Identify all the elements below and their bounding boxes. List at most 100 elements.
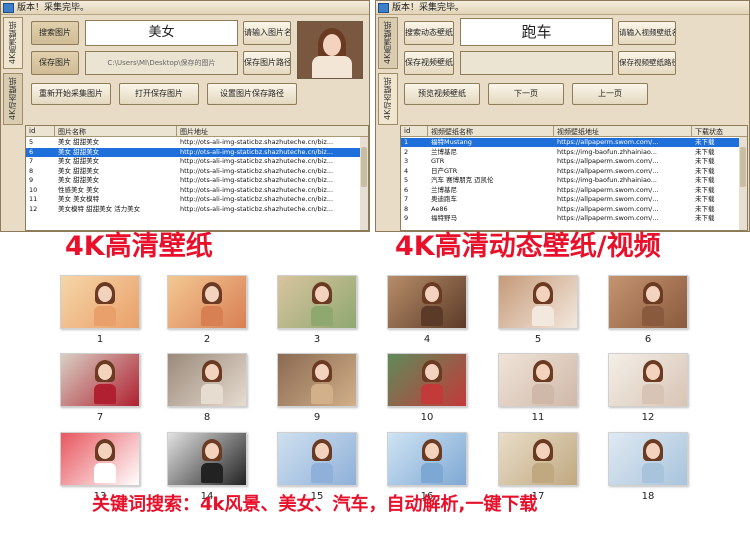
tab-dynamic-wallpaper[interactable]: 4K动态壁纸	[3, 73, 23, 125]
table-cell: http://ots-ali-img-staticbz.shazhuteche.…	[180, 176, 334, 184]
vertical-scrollbar[interactable]	[360, 137, 368, 230]
photo-face	[205, 443, 219, 459]
image-list-table[interactable]: id 图片名称 图片地址 5 美女 甜甜美女 http://ots-ali-img-…	[25, 125, 369, 231]
tab-dynamic-wallpaper[interactable]: 4K动态壁纸	[378, 73, 398, 125]
wallpaper-thumbnail[interactable]	[387, 432, 467, 486]
table-row[interactable]: 10 性感美女 美女 http://ots-ali-img-staticbz.sha…	[26, 186, 360, 195]
wallpaper-thumbnail[interactable]	[387, 275, 467, 329]
wallpaper-thumbnail[interactable]	[167, 275, 247, 329]
table-row[interactable]: 9 福特野马 https://allpaperm.swom.com/... 未下载	[401, 214, 739, 223]
tab-hd-wallpaper[interactable]: 4K高清壁纸	[378, 17, 398, 69]
table-row[interactable]: 1 福特Mustang https://allpaperm.swom.com/...…	[401, 138, 739, 147]
video-list-table[interactable]: id 视频壁纸名称 视频壁纸地址 下载状态 1 福特Mustang https://…	[400, 125, 748, 231]
table-row[interactable]: 6 美女 甜甜美女 http://ots-ali-img-staticbz.shaz…	[26, 147, 360, 157]
banner-hd-wallpaper: 4K高清壁纸	[65, 231, 213, 262]
wallpaper-thumbnail[interactable]	[608, 353, 688, 407]
photo-body	[642, 384, 664, 404]
wallpaper-thumbnail[interactable]	[60, 432, 140, 486]
table-header: id 图片名称 图片地址	[26, 126, 368, 137]
column-header[interactable]: 视频壁纸名称	[431, 127, 473, 137]
table-row[interactable]: 5 美女 甜甜美女 http://ots-ali-img-staticbz.shaz…	[26, 138, 360, 147]
table-cell: 美女 甜甜美女	[58, 157, 100, 165]
input-image-name-button[interactable]: 请输入图片名	[243, 21, 291, 45]
table-cell: Ae86	[431, 204, 448, 213]
window-titlebar: 版本！采集完毕。	[1, 1, 369, 15]
next-page-button[interactable]: 下一页	[488, 83, 564, 105]
keyword-input[interactable]: 跑车	[460, 18, 613, 46]
wallpaper-thumbnail[interactable]	[498, 353, 578, 407]
save-image-button[interactable]: 保存图片	[31, 51, 79, 75]
vertical-scrollbar[interactable]	[739, 137, 747, 230]
wallpaper-thumbnail[interactable]	[167, 432, 247, 486]
table-cell: 未下载	[695, 214, 715, 222]
image-wallpaper-window: 版本！采集完毕。 4K高清壁纸 4K动态壁纸 搜索图片 美女 请输入图片名 保存…	[0, 0, 370, 232]
column-header[interactable]: 下载状态	[695, 127, 723, 137]
column-header[interactable]: 视频壁纸地址	[557, 127, 599, 137]
table-row[interactable]: 3 GTR https://allpaperm.swom.com/... 未下载	[401, 157, 739, 166]
wallpaper-thumbnail[interactable]	[608, 275, 688, 329]
table-row[interactable]: 7 美女 甜甜美女 http://ots-ali-img-staticbz.shaz…	[26, 157, 360, 166]
search-video-button[interactable]: 搜索动态壁纸	[404, 21, 454, 45]
column-header[interactable]: 图片名称	[58, 127, 86, 137]
table-cell: https://allpaperm.swom.com/...	[557, 185, 659, 194]
table-cell: 奥迪跑车	[431, 195, 457, 203]
wallpaper-thumbnail[interactable]	[277, 275, 357, 329]
wallpaper-thumbnail[interactable]	[60, 275, 140, 329]
preview-video-button[interactable]: 预览视频壁纸	[404, 83, 480, 105]
table-cell: 2	[404, 147, 409, 156]
save-path-field[interactable]: C:\Users\Ml\Desktop\保存的图片	[85, 51, 238, 75]
open-folder-button[interactable]: 打开保存图片	[119, 83, 199, 105]
column-header[interactable]: id	[29, 127, 35, 135]
wallpaper-thumbnail[interactable]	[277, 353, 357, 407]
banner-dynamic-wallpaper: 4K高清动态壁纸/视频	[395, 231, 661, 262]
app-icon	[3, 3, 14, 13]
wallpaper-thumbnail[interactable]	[277, 432, 357, 486]
restart-collect-button[interactable]: 重新开始采集图片	[31, 83, 111, 105]
photo-face	[536, 364, 550, 380]
photo-face	[315, 364, 329, 380]
set-save-path-button[interactable]: 设置图片保存路径	[207, 83, 297, 105]
table-row[interactable]: 6 兰博基尼 https://allpaperm.swom.com/... 未下载	[401, 186, 739, 195]
thumbnail-number: 6	[644, 334, 652, 345]
column-header[interactable]: 图片地址	[180, 127, 208, 137]
search-image-button[interactable]: 搜索图片	[31, 21, 79, 45]
wallpaper-thumbnail[interactable]	[167, 353, 247, 407]
video-save-path-field[interactable]	[460, 51, 613, 75]
table-row[interactable]: 12 美女模特 甜甜美女 活力美女 http://ots-ali-img-stati…	[26, 205, 360, 214]
thumbnail-number: 18	[641, 491, 655, 502]
input-video-name-button[interactable]: 请输入视频壁纸名	[618, 21, 676, 45]
table-row[interactable]: 9 美女 甜甜美女 http://ots-ali-img-staticbz.shaz…	[26, 176, 360, 185]
table-row[interactable]: 11 美女 美女模特 http://ots-ali-img-staticbz.sha…	[26, 195, 360, 204]
table-row[interactable]: 5 汽车 赛博朋克 迈凯伦 https://img-baofun.zhhainiao…	[401, 176, 739, 185]
table-cell: 6	[404, 185, 409, 194]
photo-face	[425, 364, 439, 380]
table-row[interactable]: 8 美女 甜甜美女 http://ots-ali-img-staticbz.shaz…	[26, 167, 360, 176]
prev-page-button[interactable]: 上一页	[572, 83, 648, 105]
table-row[interactable]: 7 奥迪跑车 https://allpaperm.swom.com/... 未下载	[401, 195, 739, 204]
tab-hd-wallpaper[interactable]: 4K高清壁纸	[3, 17, 23, 69]
table-cell: 福特Mustang	[431, 138, 472, 146]
save-video-button[interactable]: 保存视频壁纸	[404, 51, 454, 75]
vertical-tabs: 4K高清壁纸 4K动态壁纸	[1, 15, 25, 125]
wallpaper-thumbnail[interactable]	[60, 353, 140, 407]
table-row[interactable]: 4 日产GTR https://allpaperm.swom.com/... 未下载	[401, 167, 739, 176]
keyword-input[interactable]: 美女	[85, 20, 238, 46]
photo-face	[315, 286, 329, 302]
save-video-path-button[interactable]: 保存视频壁纸路径	[618, 51, 676, 75]
save-path-button[interactable]: 保存图片路径	[243, 51, 291, 75]
wallpaper-thumbnail[interactable]	[498, 275, 578, 329]
table-cell: 美女 甜甜美女	[58, 176, 100, 184]
table-cell: 6	[29, 147, 34, 156]
table-row[interactable]: 8 Ae86 https://allpaperm.swom.com/... 未下载	[401, 205, 739, 214]
table-cell: http://ots-ali-img-staticbz.shazhuteche.…	[180, 147, 334, 156]
wallpaper-thumbnail[interactable]	[608, 432, 688, 486]
table-cell: 性感美女 美女	[58, 185, 100, 194]
table-cell: 5	[29, 138, 34, 146]
photo-body	[201, 384, 223, 404]
wallpaper-thumbnail[interactable]	[498, 432, 578, 486]
table-row[interactable]: 2 兰博基尼 https://img-baofun.zhhainiao... 未下载	[401, 148, 739, 157]
table-cell: 未下载	[695, 138, 715, 146]
wallpaper-thumbnail[interactable]	[387, 353, 467, 407]
vertical-tabs: 4K高清壁纸 4K动态壁纸	[376, 15, 400, 125]
column-header[interactable]: id	[404, 127, 410, 135]
